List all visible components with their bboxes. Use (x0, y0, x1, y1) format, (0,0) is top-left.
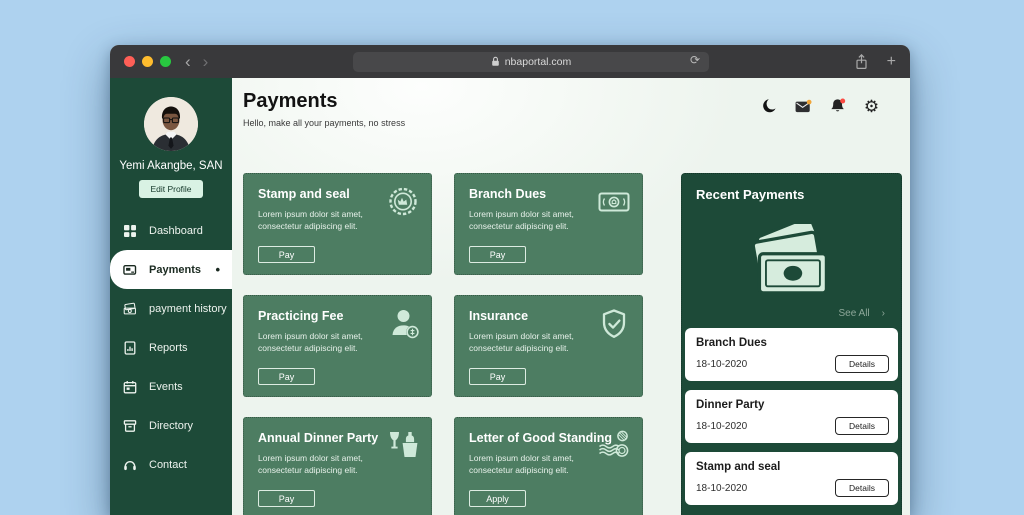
wallet-icon (123, 263, 137, 277)
settings-gear-icon[interactable]: ⚙ (863, 98, 880, 114)
sidebar-item-label: Directory (149, 420, 193, 432)
shield-check-icon (597, 307, 631, 341)
sidebar-item-dashboard[interactable]: Dashboard (110, 211, 232, 250)
recent-item-title: Dinner Party (696, 399, 887, 411)
sidebar-item-label: Reports (149, 342, 188, 354)
calendar-icon (123, 380, 137, 394)
profile-name: Yemi Akangbe, SAN (119, 160, 222, 172)
payment-card-practicing-fee: Practicing Fee Lorem ipsum dolor sit ame… (243, 295, 432, 397)
dark-mode-moon-icon[interactable] (761, 98, 778, 114)
sidebar-menu: Dashboard Payments • (110, 211, 232, 484)
sidebar-item-contact[interactable]: Contact (110, 445, 232, 484)
person-coin-icon (386, 307, 420, 341)
browser-actions: + (854, 53, 896, 71)
fullscreen-window-button[interactable] (160, 56, 171, 67)
url-text: nbaportal.com (505, 56, 572, 68)
cash-icon (123, 302, 137, 316)
payment-card-body: Lorem ipsum dolor sit amet, consectetur … (258, 453, 380, 477)
reload-icon[interactable]: ⟳ (690, 53, 700, 67)
sidebar: Yemi Akangbe, SAN Edit Profile Dashboard (110, 78, 232, 515)
seal-icon (386, 185, 420, 219)
lock-icon (491, 56, 500, 67)
main-content: Payments Hello, make all your payments, … (232, 78, 910, 515)
share-icon[interactable] (854, 54, 869, 70)
payment-card-branch-dues: Branch Dues Lorem ipsum dolor sit amet, … (454, 173, 643, 275)
banknote-icon (597, 185, 631, 219)
payment-card-insurance: Insurance Lorem ipsum dolor sit amet, co… (454, 295, 643, 397)
active-indicator-dot: • (215, 262, 220, 277)
page-subtitle: Hello, make all your payments, no stress (243, 118, 405, 128)
sidebar-item-label: payment history (149, 303, 227, 315)
recent-payments-title: Recent Payments (696, 187, 898, 202)
recent-item-title: Stamp and seal (696, 461, 887, 473)
headset-icon (123, 458, 137, 472)
payment-card-stamp-and-seal: Stamp and seal Lorem ipsum dolor sit ame… (243, 173, 432, 275)
details-button[interactable]: Details (835, 355, 889, 373)
see-all-link[interactable]: See All › (839, 304, 885, 322)
payment-card-body: Lorem ipsum dolor sit amet, consectetur … (469, 331, 591, 355)
chevron-right-icon: › (882, 308, 885, 319)
header-icons: ⚙ (761, 98, 880, 114)
window-controls (124, 56, 171, 67)
recent-item-date: 18-10-2020 (696, 359, 747, 370)
minimize-window-button[interactable] (142, 56, 153, 67)
sidebar-item-label: Dashboard (149, 225, 203, 237)
archive-icon (123, 419, 137, 433)
recent-payments-panel: Recent Payments See All › (681, 173, 902, 515)
address-bar[interactable]: nbaportal.com ⟳ (353, 52, 709, 72)
details-button[interactable]: Details (835, 479, 889, 497)
payment-card-body: Lorem ipsum dolor sit amet, consectetur … (469, 453, 591, 477)
payment-card-letter-of-good-standing: Letter of Good Standing Lorem ipsum dolo… (454, 417, 643, 515)
sidebar-item-payment-history[interactable]: payment history (110, 289, 232, 328)
pay-button[interactable]: Pay (258, 246, 315, 263)
pay-button[interactable]: Pay (469, 368, 526, 385)
recent-payment-item: Dinner Party 18-10-2020 Details (685, 390, 898, 443)
pay-button[interactable]: Pay (258, 490, 315, 507)
dinner-icon (386, 429, 420, 463)
browser-titlebar: ‹ › nbaportal.com ⟳ + (110, 45, 910, 78)
payment-card-body: Lorem ipsum dolor sit amet, consectetur … (258, 331, 380, 355)
browser-back-button[interactable]: ‹ (185, 53, 191, 70)
page-title: Payments (243, 90, 405, 113)
sidebar-item-events[interactable]: Events (110, 367, 232, 406)
dashboard-icon (123, 224, 137, 238)
recent-item-title: Branch Dues (696, 337, 887, 349)
pay-button[interactable]: Pay (258, 368, 315, 385)
recent-item-date: 18-10-2020 (696, 421, 747, 432)
avatar (144, 97, 198, 151)
payment-card-annual-dinner-party: Annual Dinner Party Lorem ipsum dolor si… (243, 417, 432, 515)
see-all-label: See All (839, 308, 870, 319)
edit-profile-button[interactable]: Edit Profile (139, 180, 202, 198)
sidebar-item-label: Contact (149, 459, 187, 471)
recent-item-date: 18-10-2020 (696, 483, 747, 494)
money-fan-icon (731, 224, 853, 304)
browser-window: ‹ › nbaportal.com ⟳ + (110, 45, 910, 515)
new-tab-button[interactable]: + (887, 53, 896, 71)
recent-payment-item: Branch Dues 18-10-2020 Details (685, 328, 898, 381)
sidebar-item-label: Events (149, 381, 183, 393)
sidebar-item-payments[interactable]: Payments • (110, 250, 232, 289)
page-header: Payments Hello, make all your payments, … (243, 90, 902, 128)
close-window-button[interactable] (124, 56, 135, 67)
payment-card-body: Lorem ipsum dolor sit amet, consectetur … (469, 209, 591, 233)
sidebar-item-reports[interactable]: Reports (110, 328, 232, 367)
payment-cards-grid: Stamp and seal Lorem ipsum dolor sit ame… (243, 173, 643, 515)
details-button[interactable]: Details (835, 417, 889, 435)
sidebar-item-directory[interactable]: Directory (110, 406, 232, 445)
notifications-bell-icon[interactable] (829, 98, 846, 114)
stamped-letter-icon (597, 429, 631, 463)
payment-card-body: Lorem ipsum dolor sit amet, consectetur … (258, 209, 380, 233)
pay-button[interactable]: Pay (469, 246, 526, 263)
recent-payment-item: Stamp and seal 18-10-2020 Details (685, 452, 898, 505)
report-icon (123, 341, 137, 355)
browser-forward-button[interactable]: › (203, 53, 209, 70)
messages-icon[interactable] (795, 98, 812, 114)
apply-button[interactable]: Apply (469, 490, 526, 507)
sidebar-item-label: Payments (149, 264, 201, 276)
